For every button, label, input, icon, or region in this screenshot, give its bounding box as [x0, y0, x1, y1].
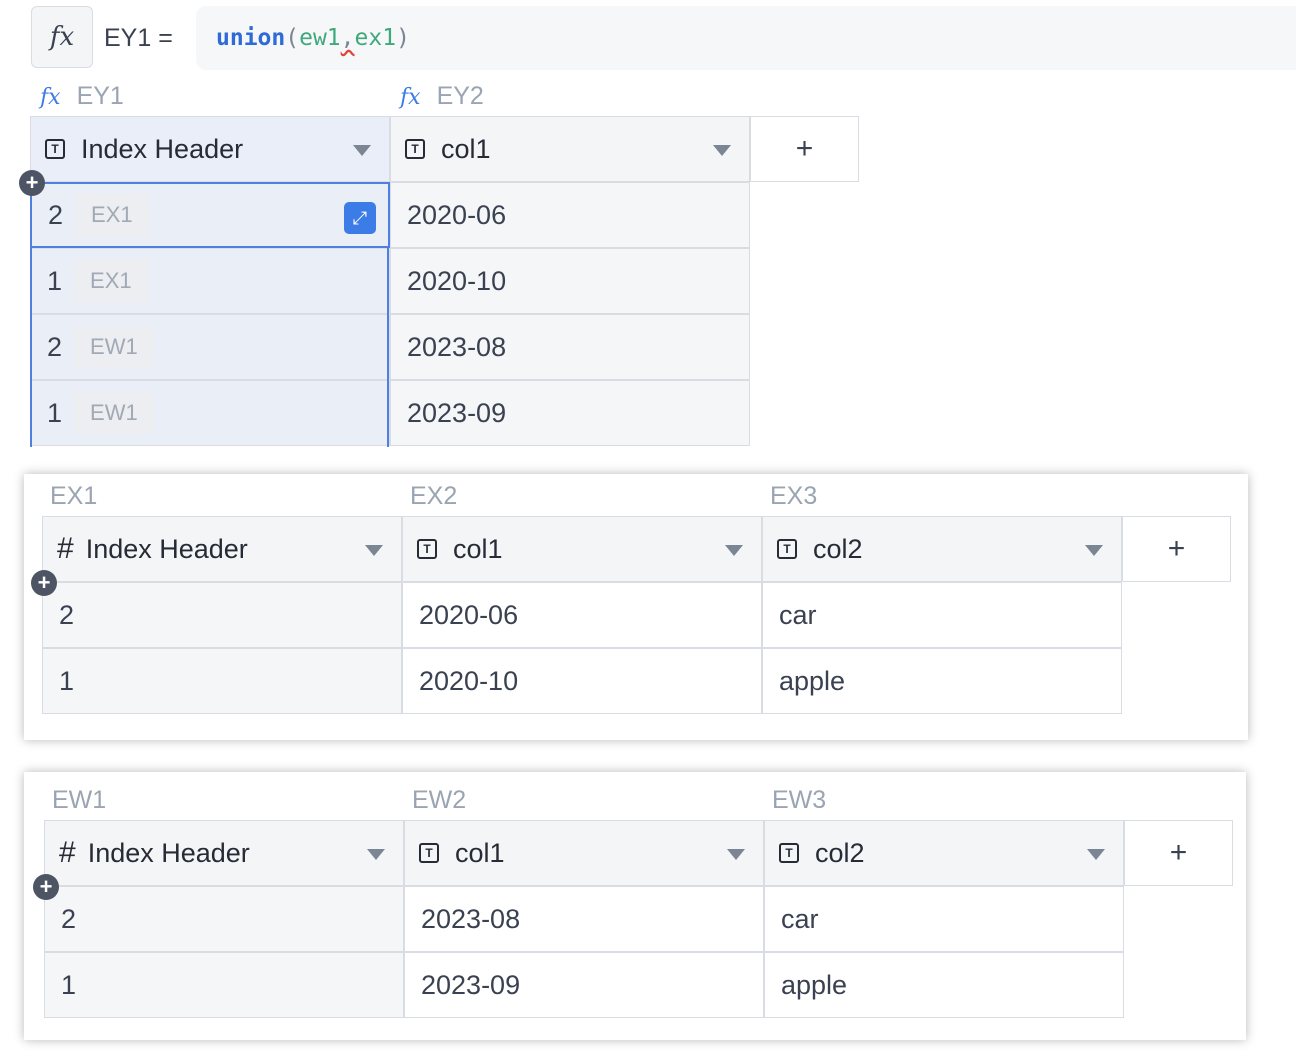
- ex-add-column-button[interactable]: +: [1122, 516, 1231, 582]
- text-type-icon: T: [45, 139, 65, 159]
- formula-fx-button[interactable]: fx: [31, 6, 93, 68]
- chevron-down-icon[interactable]: [1085, 545, 1103, 556]
- ey-header-index[interactable]: T Index Header: [30, 116, 390, 182]
- ey-row-1-index[interactable]: 2 EX1 ⤢: [30, 182, 390, 248]
- ew-table-card: EW1 EW2 EW3 # Index Header T col1 T col2…: [24, 772, 1246, 1040]
- ex-header-col2[interactable]: T col2: [762, 516, 1122, 582]
- add-row-icon[interactable]: +: [31, 570, 57, 596]
- ex-column-name-1[interactable]: EX1: [50, 482, 97, 511]
- ew-row-2-col1[interactable]: 2023-09: [404, 952, 764, 1018]
- ey-column-name-1[interactable]: fx EY1: [40, 82, 124, 111]
- ex-column-name-2[interactable]: EX2: [410, 482, 457, 511]
- ey-row-2-index[interactable]: 1 EX1: [30, 248, 390, 314]
- add-row-icon[interactable]: +: [33, 874, 59, 900]
- chevron-down-icon[interactable]: [365, 545, 383, 556]
- ex-header-col1[interactable]: T col1: [402, 516, 762, 582]
- formula-close-paren: ): [396, 25, 410, 51]
- chevron-down-icon[interactable]: [1087, 849, 1105, 860]
- ew-header-index[interactable]: # Index Header: [44, 820, 404, 886]
- formula-input[interactable]: union(ew1,ex1): [196, 6, 1296, 70]
- chevron-down-icon[interactable]: [727, 849, 745, 860]
- ex-column-name-3[interactable]: EX3: [770, 482, 817, 511]
- number-type-icon: #: [57, 532, 74, 565]
- chevron-down-icon[interactable]: [367, 849, 385, 860]
- ex-row-2-index[interactable]: 1: [42, 648, 402, 714]
- fx-icon: fx: [400, 85, 421, 110]
- ey-row-3-col1[interactable]: 2023-08: [390, 314, 750, 380]
- formula-open-paren: (: [285, 25, 300, 51]
- ey-row-4-col1[interactable]: 2023-09: [390, 380, 750, 446]
- ew-row-2-index[interactable]: 1: [44, 952, 404, 1018]
- ex-table-card: EX1 EX2 EX3 # Index Header T col1 T col2…: [24, 474, 1248, 740]
- text-type-icon: T: [405, 139, 425, 159]
- ew-row-2-col2[interactable]: apple: [764, 952, 1124, 1018]
- number-type-icon: #: [59, 836, 76, 869]
- formula-arg-ew1: ew1: [299, 25, 341, 51]
- ew-add-column-button[interactable]: +: [1124, 820, 1233, 886]
- ew-column-name-3[interactable]: EW3: [772, 786, 826, 815]
- formula-target-name: EY1 =: [104, 24, 173, 52]
- ex-row-1-col2[interactable]: car: [762, 582, 1122, 648]
- add-row-icon[interactable]: +: [19, 170, 45, 196]
- formula-arg-ex1: ex1: [354, 25, 397, 51]
- ey-header-col1[interactable]: T col1: [390, 116, 750, 182]
- ex-row-2-col1[interactable]: 2020-10: [402, 648, 762, 714]
- ex-header-index[interactable]: # Index Header: [42, 516, 402, 582]
- ey-row-3-index[interactable]: 2 EW1: [30, 314, 390, 380]
- text-type-icon: T: [417, 539, 437, 559]
- ew-column-name-1[interactable]: EW1: [52, 786, 106, 815]
- chevron-down-icon[interactable]: [353, 145, 371, 156]
- ew-row-1-index[interactable]: 2: [44, 886, 404, 952]
- ey-column-name-2[interactable]: fx EY2: [400, 82, 484, 111]
- text-type-icon: T: [419, 843, 439, 863]
- ref-chip[interactable]: EX1: [74, 260, 148, 302]
- ew-row-1-col1[interactable]: 2023-08: [404, 886, 764, 952]
- ew-row-1-col2[interactable]: car: [764, 886, 1124, 952]
- ref-chip[interactable]: EW1: [74, 326, 154, 368]
- ref-chip[interactable]: EX1: [75, 194, 149, 236]
- fx-icon: fx: [40, 85, 61, 110]
- ey-row-1-col1[interactable]: 2020-06: [390, 182, 750, 248]
- ey-row-4-index[interactable]: 1 EW1: [30, 380, 390, 446]
- ref-chip[interactable]: EW1: [74, 392, 154, 434]
- formula-comma: ,: [340, 25, 355, 51]
- formula-function: union: [216, 25, 286, 51]
- ew-header-col2[interactable]: T col2: [764, 820, 1124, 886]
- ex-row-1-index[interactable]: 2: [42, 582, 402, 648]
- expand-icon[interactable]: ⤢: [344, 202, 376, 234]
- text-type-icon: T: [777, 539, 797, 559]
- ew-header-col1[interactable]: T col1: [404, 820, 764, 886]
- chevron-down-icon[interactable]: [713, 145, 731, 156]
- ew-column-name-2[interactable]: EW2: [412, 786, 466, 815]
- ex-row-1-col1[interactable]: 2020-06: [402, 582, 762, 648]
- text-type-icon: T: [779, 843, 799, 863]
- ex-row-2-col2[interactable]: apple: [762, 648, 1122, 714]
- chevron-down-icon[interactable]: [725, 545, 743, 556]
- ey-row-2-col1[interactable]: 2020-10: [390, 248, 750, 314]
- ey-add-column-button[interactable]: +: [750, 116, 859, 182]
